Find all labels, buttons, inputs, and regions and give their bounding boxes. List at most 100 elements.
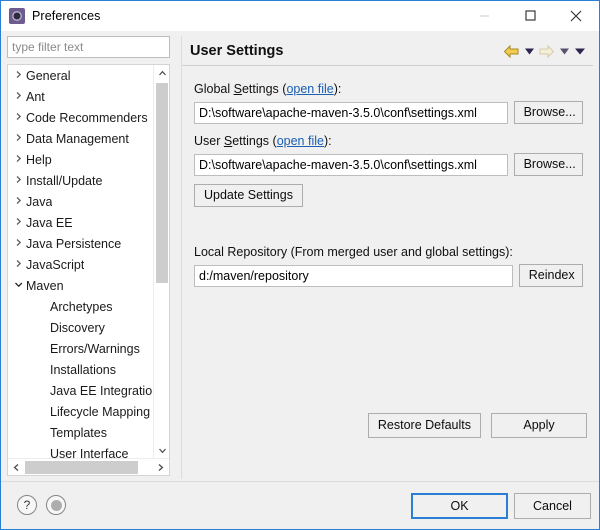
sidebar-item-errors-warnings[interactable]: Errors/Warnings [8, 338, 154, 359]
scroll-left-icon[interactable] [8, 459, 25, 476]
local-repository-row: Reindex [194, 264, 583, 287]
chevron-right-icon[interactable] [10, 154, 26, 164]
reindex-button[interactable]: Reindex [519, 264, 583, 287]
sidebar-item-code-recommenders[interactable]: Code Recommenders [8, 107, 154, 128]
restore-defaults-button[interactable]: Restore Defaults [368, 413, 481, 438]
dialog-body: General Ant Code Recommenders Data Manageme… [1, 31, 599, 481]
page-action-buttons: Restore Defaults Apply [368, 413, 587, 438]
user-settings-browse-button[interactable]: Browse... [514, 153, 583, 176]
global-settings-browse-button[interactable]: Browse... [514, 101, 583, 124]
chevron-right-icon[interactable] [10, 196, 26, 206]
tree-vertical-scrollbar[interactable] [153, 65, 169, 459]
filter-input[interactable] [7, 36, 170, 58]
window-title: Preferences [32, 9, 101, 23]
sidebar-item-java[interactable]: Java [8, 191, 154, 212]
tree-scrollbar-thumb[interactable] [156, 83, 168, 283]
sidebar-item-label: Maven [26, 279, 64, 293]
global-settings-label: Global Settings (open file): [194, 82, 583, 96]
user-settings-input[interactable] [194, 154, 508, 176]
sidebar-item-javascript[interactable]: JavaScript [8, 254, 154, 275]
chevron-right-icon[interactable] [10, 70, 26, 80]
record-circle-icon[interactable] [46, 495, 66, 515]
preference-tree: General Ant Code Recommenders Data Manageme… [7, 64, 170, 476]
sidebar-item-user-interface[interactable]: User Interface [8, 443, 154, 459]
chevron-right-icon[interactable] [10, 133, 26, 143]
back-arrow-icon[interactable] [503, 44, 520, 59]
chevron-right-icon[interactable] [10, 91, 26, 101]
user-settings-label-suffix: : [328, 134, 331, 148]
scroll-down-icon[interactable] [154, 442, 170, 459]
sidebar-item-install-update[interactable]: Install/Update [8, 170, 154, 191]
sidebar-item-label: Lifecycle Mapping [50, 405, 150, 419]
local-repository-label: Local Repository (From merged user and g… [194, 245, 583, 259]
sidebar-item-java-ee[interactable]: Java EE [8, 212, 154, 233]
local-repository-input[interactable] [194, 265, 513, 287]
scroll-up-icon[interactable] [154, 65, 170, 82]
sidebar: General Ant Code Recommenders Data Manageme… [7, 36, 172, 479]
sidebar-item-ant[interactable]: Ant [8, 86, 154, 107]
chevron-right-icon[interactable] [10, 259, 26, 269]
maximize-icon[interactable] [507, 1, 553, 30]
sidebar-item-label: Templates [50, 426, 107, 440]
dialog-footer: ? OK Cancel [1, 481, 599, 529]
chevron-right-icon[interactable] [10, 175, 26, 185]
update-settings-row: Update Settings [194, 186, 583, 207]
apply-button[interactable]: Apply [491, 413, 587, 438]
window-controls [461, 1, 599, 30]
sidebar-item-label: Install/Update [26, 174, 102, 188]
user-settings-label-rest: ettings [232, 134, 272, 148]
cancel-button[interactable]: Cancel [514, 493, 591, 519]
sidebar-item-templates[interactable]: Templates [8, 422, 154, 443]
preferences-gear-icon [9, 8, 25, 24]
question-mark-icon[interactable]: ? [17, 495, 37, 515]
preference-tree-list: General Ant Code Recommenders Data Manageme… [8, 65, 154, 459]
global-settings-label-suffix: : [338, 82, 341, 96]
global-settings-open-file-link[interactable]: open file [286, 82, 333, 96]
section-spacer [194, 217, 583, 245]
chevron-right-icon[interactable] [10, 238, 26, 248]
user-settings-label-prefix: User [194, 134, 224, 148]
back-history-chevron-down-icon[interactable] [522, 41, 536, 61]
sidebar-item-java-persistence[interactable]: Java Persistence [8, 233, 154, 254]
minimize-icon[interactable] [461, 1, 507, 30]
sidebar-item-label: Installations [50, 363, 116, 377]
sidebar-item-label: Java EE Integration [50, 384, 154, 398]
chevron-down-icon[interactable] [10, 280, 26, 290]
global-settings-mnemonic: S [234, 82, 242, 96]
sidebar-item-general[interactable]: General [8, 65, 154, 86]
page-content: Global Settings (open file): Browse... U… [182, 66, 593, 446]
sidebar-item-label: Code Recommenders [26, 111, 148, 125]
forward-arrow-icon[interactable] [538, 44, 555, 59]
tree-horizontal-scrollbar[interactable] [8, 458, 169, 475]
user-settings-label: User Settings (open file): [194, 134, 583, 148]
sidebar-item-discovery[interactable]: Discovery [8, 317, 154, 338]
forward-history-chevron-down-icon[interactable] [557, 41, 571, 61]
sidebar-item-label: JavaScript [26, 258, 84, 272]
update-settings-button[interactable]: Update Settings [194, 184, 303, 207]
chevron-right-icon[interactable] [10, 217, 26, 227]
sidebar-item-help[interactable]: Help [8, 149, 154, 170]
close-icon[interactable] [553, 1, 599, 30]
scroll-right-icon[interactable] [152, 459, 169, 476]
sidebar-item-java-ee-integration[interactable]: Java EE Integration [8, 380, 154, 401]
sidebar-item-installations[interactable]: Installations [8, 359, 154, 380]
sidebar-item-data-management[interactable]: Data Management [8, 128, 154, 149]
user-settings-row: Browse... [194, 153, 583, 176]
view-menu-chevron-down-icon[interactable] [573, 41, 587, 61]
chevron-right-icon[interactable] [10, 112, 26, 122]
user-settings-open-file-link[interactable]: open file [277, 134, 324, 148]
global-settings-input[interactable] [194, 102, 508, 124]
user-settings-mnemonic: S [224, 134, 232, 148]
sidebar-item-label: Discovery [50, 321, 105, 335]
sidebar-item-label: Java [26, 195, 52, 209]
settings-panel: User Settings [181, 36, 593, 479]
sidebar-item-label: Java Persistence [26, 237, 121, 251]
sidebar-item-label: Help [26, 153, 52, 167]
sidebar-item-lifecycle-mapping[interactable]: Lifecycle Mapping [8, 401, 154, 422]
sidebar-item-maven[interactable]: Maven [8, 275, 154, 296]
tree-hscrollbar-thumb[interactable] [25, 461, 138, 474]
sidebar-item-label: General [26, 69, 70, 83]
ok-button[interactable]: OK [411, 493, 508, 519]
sidebar-item-archetypes[interactable]: Archetypes [8, 296, 154, 317]
sidebar-item-label: Data Management [26, 132, 129, 146]
